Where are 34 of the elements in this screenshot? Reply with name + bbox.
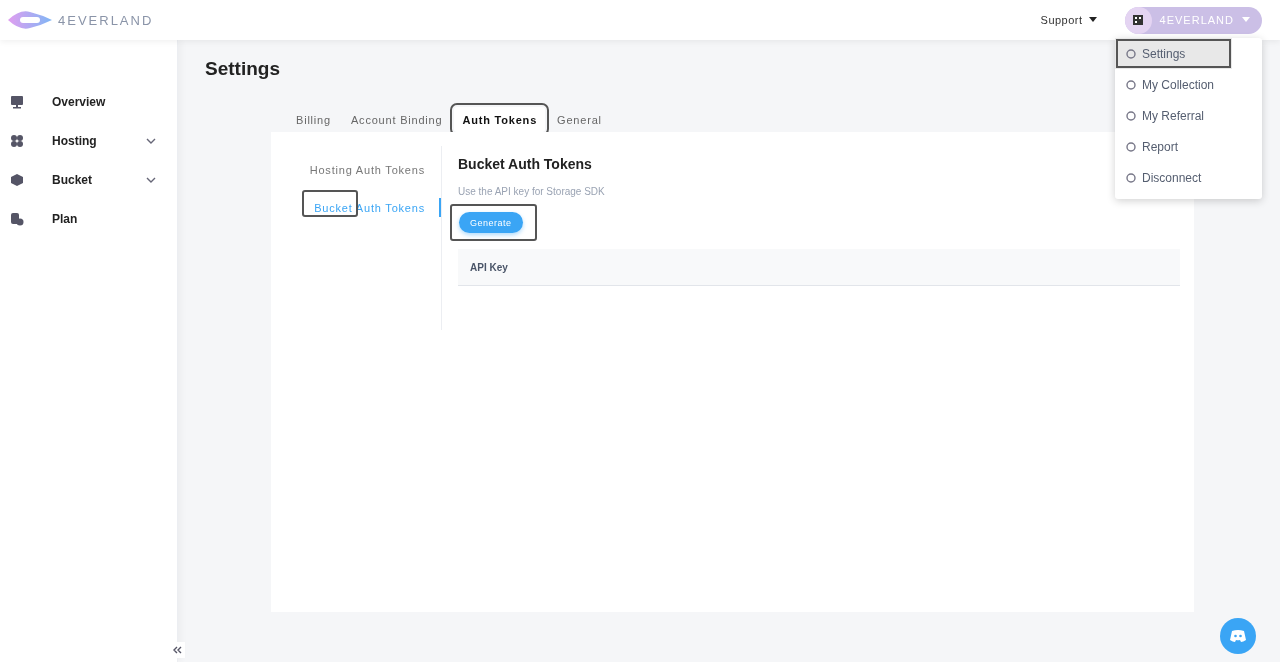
menu-item[interactable]: Report — [1115, 131, 1262, 162]
cluster-icon — [10, 133, 24, 148]
tab[interactable]: General — [549, 107, 610, 132]
tab[interactable]: Billing — [288, 107, 339, 132]
menu-item[interactable]: Disconnect — [1115, 162, 1262, 193]
sidebar-item[interactable]: Bucket — [0, 160, 177, 199]
database-coin-icon — [10, 211, 24, 226]
sub-tab[interactable]: Hosting Auth Tokens — [309, 160, 441, 180]
avatar-icon — [1124, 6, 1152, 34]
logo-icon — [6, 9, 54, 31]
tab[interactable]: Account Binding — [342, 107, 451, 132]
monitor-icon — [10, 94, 24, 109]
caret-icon — [1088, 17, 1097, 23]
menu-item[interactable]: My Collection — [1115, 69, 1262, 100]
panel-title: Bucket Auth Tokens — [458, 156, 592, 172]
sidebar-item[interactable]: Overview — [0, 82, 177, 121]
panel-description: Use the API key for Storage SDK — [458, 186, 605, 197]
support-menu[interactable]: Support — [1034, 13, 1103, 27]
menu-item[interactable]: Settings — [1115, 38, 1232, 69]
menu-item[interactable]: My Referral — [1115, 100, 1262, 131]
caret-icon — [1242, 17, 1250, 23]
logo-text: 4EVERLAND — [58, 12, 154, 28]
sidebar-item[interactable]: Hosting — [0, 121, 177, 160]
sidebar-label: Bucket — [52, 172, 93, 187]
chat-bot-icon — [1229, 629, 1247, 643]
box-icon — [10, 172, 24, 187]
sidebar-label: Hosting — [52, 133, 98, 148]
discord-button[interactable] — [1220, 618, 1256, 654]
double-chevron-left-icon — [172, 645, 182, 655]
sidebar-label: Plan — [52, 211, 79, 226]
page-title: Settings — [205, 58, 281, 80]
column-header: API Key — [470, 261, 508, 273]
sidebar-label: Overview — [52, 94, 107, 109]
sidebar-item[interactable]: Plan — [0, 199, 177, 238]
